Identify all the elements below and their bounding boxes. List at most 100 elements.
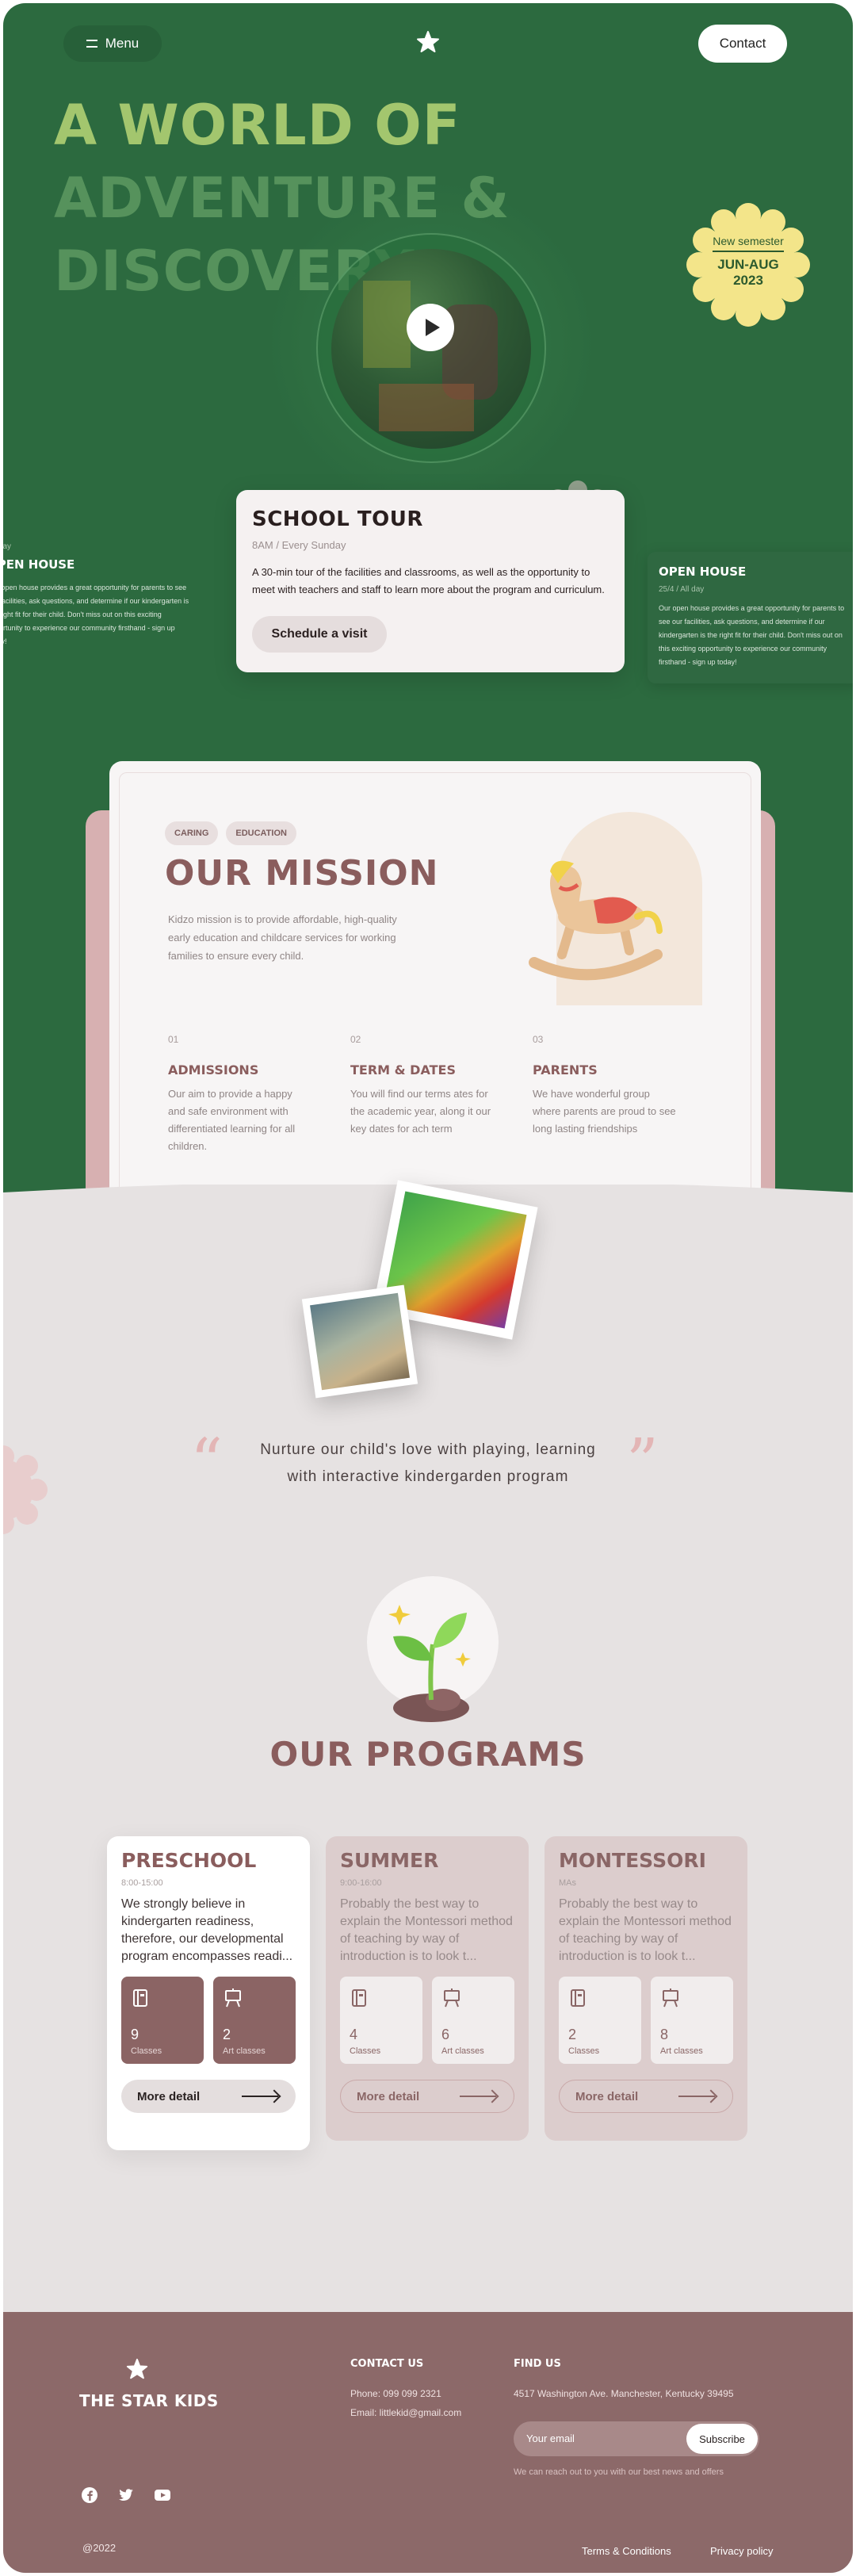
classes-stat: 2 Classes [559,1977,641,2064]
newsletter-form: Your email Subscribe [514,2421,759,2456]
more-detail-label: More detail [575,2089,639,2103]
event-card-left[interactable]: All day OPEN HOUSE Our open house provid… [3,542,193,649]
step-number: 01 [168,1034,179,1045]
play-button[interactable] [407,304,454,351]
step-title: ADMISSIONS [168,1062,259,1077]
menu-label: Menu [105,36,139,51]
classes-label: Classes [350,2046,381,2056]
privacy-link[interactable]: Privacy policy [710,2545,773,2557]
step-admissions[interactable]: 01 ADMISSIONS Our aim to provide a happy… [168,1034,312,1155]
address: 4517 Washington Ave. Manchester, Kentuck… [514,2388,734,2399]
more-detail-button[interactable]: More detail [559,2080,733,2113]
email-input[interactable]: Your email [526,2432,575,2444]
program-name: MONTESSORI [559,1849,706,1872]
contact-button[interactable]: Contact [698,25,787,63]
program-card-summer[interactable]: SUMMER 9:00-16:00 Probably the best way … [326,1836,529,2141]
school-tour-card: SCHOOL TOUR 8AM / Every Sunday A 30-min … [236,490,625,672]
quote-line2: with interactive kindergarden program [287,1468,569,1485]
decorative-flower-icon [3,1445,48,1534]
schedule-visit-button[interactable]: Schedule a visit [252,616,387,653]
art-classes-label: Art classes [223,2046,266,2056]
more-detail-button[interactable]: More detail [121,2080,296,2113]
program-time: MAs [559,1878,576,1888]
tag-caring[interactable]: CARING [165,821,219,845]
program-card-montessori[interactable]: MONTESSORI MAs Probably the best way to … [545,1836,747,2141]
art-classes-label: Art classes [660,2046,703,2056]
art-classes-stat: 8 Art classes [651,1977,733,2064]
event-card-right[interactable]: OPEN HOUSE 25/4 / All day Our open house… [648,552,853,683]
terms-link[interactable]: Terms & Conditions [582,2545,671,2557]
semester-badge: New semester JUN-AUG 2023 [685,235,812,289]
step-title: TERM & DATES [350,1062,456,1077]
art-classes-count: 6 [441,2027,450,2042]
star-logo-icon [126,2358,148,2379]
find-title: FIND US [514,2358,561,2370]
program-card-preschool[interactable]: PRESCHOOL 8:00-15:00 We strongly believe… [107,1836,310,2150]
tour-title: SCHOOL TOUR [252,507,423,531]
badge-line3: 2023 [733,273,763,288]
footer: THE STAR KIDS @2022 CONTACT US Phone: 09… [3,2312,853,2573]
easel-icon [663,1988,678,2008]
art-classes-count: 8 [660,2027,669,2042]
twitter-icon[interactable] [117,2486,135,2504]
youtube-icon[interactable] [154,2486,171,2504]
sprout-icon [388,1605,471,1722]
classes-stat: 4 Classes [340,1977,422,2064]
classes-stat: 9 Classes [121,1977,204,2064]
tag-education[interactable]: EDUCATION [226,821,296,845]
book-icon [352,1989,366,2007]
classes-count: 2 [568,2027,577,2042]
classes-label: Classes [568,2046,600,2056]
hamburger-icon [86,40,97,48]
badge-line2: JUN-AUG [717,257,779,272]
art-classes-stat: 2 Art classes [213,1977,296,2064]
page: Menu Contact A WORLD OF ADVENTURE & DISC… [3,3,853,2573]
step-parents[interactable]: 03 PARENTS We have wonderful group where… [533,1034,677,1155]
subscribe-button[interactable]: Subscribe [686,2424,758,2454]
mission-title: OUR MISSION [165,853,439,894]
program-description: Probably the best way to explain the Mon… [340,1897,513,1963]
play-icon [425,319,440,336]
programs-title: OUR PROGRAMS [269,1735,587,1774]
quote-line1: Nurture our child's love with playing, l… [260,1441,596,1458]
more-detail-button[interactable]: More detail [340,2080,514,2113]
event-meta: 25/4 / All day [659,585,705,594]
badge-line1: New semester [713,235,784,252]
easel-icon [225,1988,241,2008]
step-term-dates[interactable]: 02 TERM & DATES You will find our terms … [350,1034,495,1155]
step-text: Our aim to provide a happy and safe envi… [168,1088,296,1152]
art-classes-count: 2 [223,2027,231,2042]
step-number: 03 [533,1034,544,1045]
hero-section: Menu Contact A WORLD OF ADVENTURE & DISC… [3,3,853,1256]
contact-phone[interactable]: Phone: 099 099 2321 [350,2388,441,2399]
tour-text: A 30-min tour of the facilities and clas… [252,566,605,595]
event-title: OPEN HOUSE [659,565,747,579]
classes-label: Classes [131,2046,162,2056]
star-logo-icon[interactable] [415,30,441,56]
easel-icon [444,1988,460,2008]
facebook-icon[interactable] [81,2486,98,2504]
program-description: Probably the best way to explain the Mon… [559,1897,732,1963]
event-title: OPEN HOUSE [3,557,75,572]
step-number: 02 [350,1034,361,1045]
book-icon [571,1989,585,2007]
social-links [81,2486,171,2504]
classes-count: 4 [350,2027,358,2042]
program-stats: 4 Classes 6 Art classes [340,1977,514,2064]
classes-count: 9 [131,2027,139,2042]
menu-button[interactable]: Menu [63,25,162,62]
more-detail-label: More detail [357,2089,420,2103]
art-classes-label: Art classes [441,2046,484,2056]
footer-brand: THE STAR KIDS [79,2391,219,2410]
program-stats: 9 Classes 2 Art classes [121,1977,296,2064]
copyright: @2022 [82,2542,117,2554]
contact-email[interactable]: Email: littlekid@gmail.com [350,2407,461,2418]
program-time: 9:00-16:00 [340,1878,382,1888]
program-description: We strongly believe in kindergarten read… [121,1897,293,1963]
program-name: SUMMER [340,1849,439,1872]
art-classes-stat: 6 Art classes [432,1977,514,2064]
event-text: Our open house provides a great opportun… [3,584,189,645]
tour-meta: 8AM / Every Sunday [252,539,346,551]
arrow-right-icon [242,2091,280,2102]
program-name: PRESCHOOL [121,1849,257,1872]
